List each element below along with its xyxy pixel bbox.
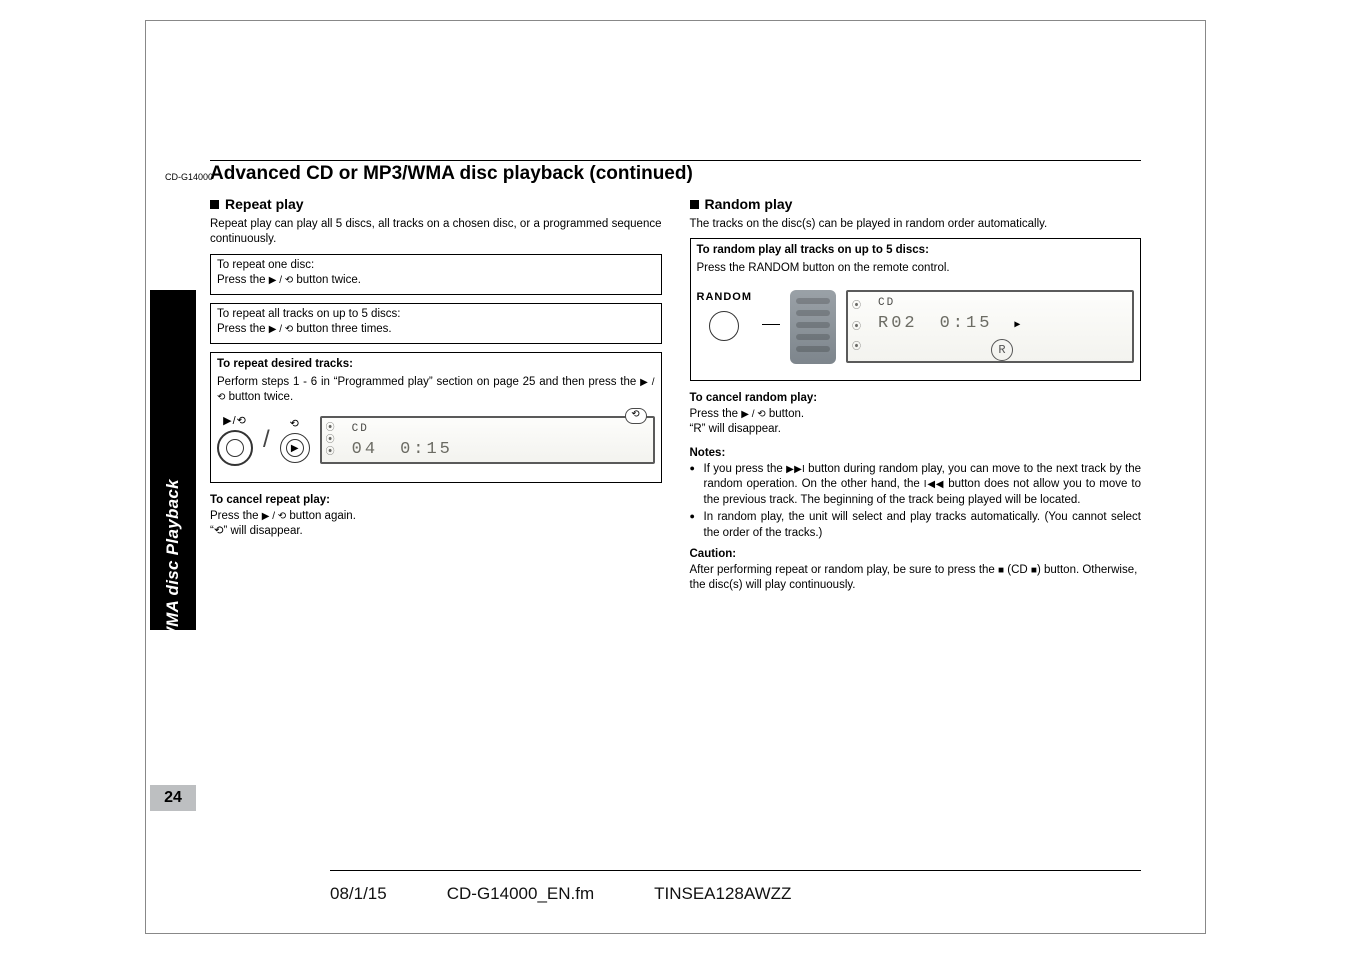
random-play-heading: Random play <box>690 195 1142 214</box>
prev-track-icon: I◀◀ <box>924 479 945 490</box>
play-repeat-icon: ▶ / ⟲ <box>741 409 765 420</box>
note-item: If you press the ▶▶I button during rando… <box>690 462 1142 509</box>
random-box: To random play all tracks on up to 5 dis… <box>690 238 1142 381</box>
repeat-all-box: To repeat all tracks on up to 5 discs: P… <box>210 303 662 344</box>
repeat-one-disc-box: To repeat one disc: Press the ▶ / ⟲ butt… <box>210 254 662 295</box>
square-bullet-icon <box>210 200 219 209</box>
notes-list: If you press the ▶▶I button during rando… <box>690 462 1142 542</box>
footer-code: TINSEA128AWZZ <box>654 884 791 904</box>
button-label: ▶/⟲ <box>223 414 247 429</box>
lcd-track: R02 <box>878 313 918 336</box>
lcd-track: 04 <box>352 439 378 462</box>
side-tab: CD or MP3/WMA disc Playback <box>150 290 196 630</box>
remote-button-illo: ⟲ ▶ <box>280 417 310 464</box>
lcd-cd-label: CD <box>878 296 1126 311</box>
random-box-body: Press the RANDOM button on the remote co… <box>697 261 1135 277</box>
random-diagram: RANDOM ⦿⦿⦿ CD R02 0:15 ▶ R <box>697 290 1135 364</box>
ring-button-icon: ▶ <box>280 433 310 463</box>
lcd-display: ⦿⦿⦿ CD R02 0:15 ▶ R <box>846 290 1134 363</box>
left-column: Repeat play Repeat play can play all 5 d… <box>210 195 662 594</box>
footer-rule <box>330 870 1141 871</box>
footer: 08/1/15 CD-G14000_EN.fm TINSEA128AWZZ <box>330 884 1141 904</box>
play-icon: ▶ <box>1014 319 1020 333</box>
square-bullet-icon <box>690 200 699 209</box>
cancel-repeat-head: To cancel repeat play: <box>210 493 662 509</box>
repeat-diagram: ▶/⟲ / ⟲ ▶ ⟲ ⦿⦿⦿ CD 04 0:15 <box>217 414 655 467</box>
repeat-desired-body: Perform steps 1 - 6 in “Programmed play”… <box>217 375 655 406</box>
caution-heading: Caution: <box>690 547 1142 563</box>
model-id: CD-G14000 <box>165 172 213 182</box>
random-box-head: To random play all tracks on up to 5 dis… <box>697 243 1135 259</box>
right-column: Random play The tracks on the disc(s) ca… <box>690 195 1142 594</box>
side-tab-label: CD or MP3/WMA disc Playback <box>163 479 183 737</box>
random-intro: The tracks on the disc(s) can be played … <box>690 217 1142 233</box>
slash-separator: / <box>263 424 270 456</box>
caution-text: After performing repeat or random play, … <box>690 563 1142 594</box>
repeat-glyph: ⟲ <box>290 417 300 432</box>
manual-page: CD-G14000 Advanced CD or MP3/WMA disc pl… <box>210 160 1141 594</box>
note-item: In random play, the unit will select and… <box>690 510 1142 541</box>
footer-file: CD-G14000_EN.fm <box>447 884 594 904</box>
next-track-icon: ▶▶I <box>786 464 805 475</box>
repeat-one-body: Press the ▶ / ⟲ button twice. <box>217 273 655 289</box>
connector-line <box>762 324 780 325</box>
lcd-time: 0:15 <box>940 313 993 336</box>
page-number: 24 <box>150 785 196 811</box>
cancel-random-line1: Press the ▶ / ⟲ button. <box>690 407 1142 423</box>
lcd-side-icons: ⦿⦿⦿ <box>852 296 872 357</box>
cancel-repeat-line2: “⟲” will disappear. <box>210 524 662 540</box>
random-button-label: RANDOM <box>697 290 753 305</box>
repeat-play-heading: Repeat play <box>210 195 662 214</box>
remote-control-icon <box>790 290 836 364</box>
play-repeat-icon: ▶ / ⟲ <box>269 324 293 335</box>
random-button-icon <box>709 311 739 341</box>
lcd-side-icons: ⦿⦿⦿ <box>326 422 346 458</box>
repeat-desired-box: To repeat desired tracks: Perform steps … <box>210 352 662 483</box>
footer-date: 08/1/15 <box>330 884 387 904</box>
repeat-desired-head: To repeat desired tracks: <box>217 357 655 373</box>
repeat-one-head: To repeat one disc: <box>217 258 655 274</box>
play-repeat-icon: ▶ / ⟲ <box>262 511 286 522</box>
notes-heading: Notes: <box>690 446 1142 462</box>
repeat-play-title: Repeat play <box>225 195 304 214</box>
cancel-repeat-line1: Press the ▶ / ⟲ button again. <box>210 509 662 525</box>
lcd-display: ⟲ ⦿⦿⦿ CD 04 0:15 <box>320 416 655 464</box>
repeat-all-body: Press the ▶ / ⟲ button three times. <box>217 322 655 338</box>
repeat-intro: Repeat play can play all 5 discs, all tr… <box>210 217 662 248</box>
random-indicator-icon: R <box>991 339 1013 361</box>
page-title: Advanced CD or MP3/WMA disc playback (co… <box>210 163 1141 185</box>
lcd-time: 0:15 <box>400 439 453 462</box>
repeat-all-head: To repeat all tracks on up to 5 discs: <box>217 307 655 323</box>
unit-button-illo: ▶/⟲ <box>217 414 253 467</box>
cancel-random-head: To cancel random play: <box>690 391 1142 407</box>
random-play-title: Random play <box>705 195 793 214</box>
repeat-badge-icon: ⟲ <box>625 408 647 424</box>
lcd-cd-label: CD <box>352 422 647 437</box>
cancel-random-line2: “R” will disappear. <box>690 422 1142 438</box>
title-bar: Advanced CD or MP3/WMA disc playback (co… <box>210 160 1141 185</box>
ring-button-icon <box>217 430 253 466</box>
play-repeat-icon: ▶ / ⟲ <box>269 275 293 286</box>
